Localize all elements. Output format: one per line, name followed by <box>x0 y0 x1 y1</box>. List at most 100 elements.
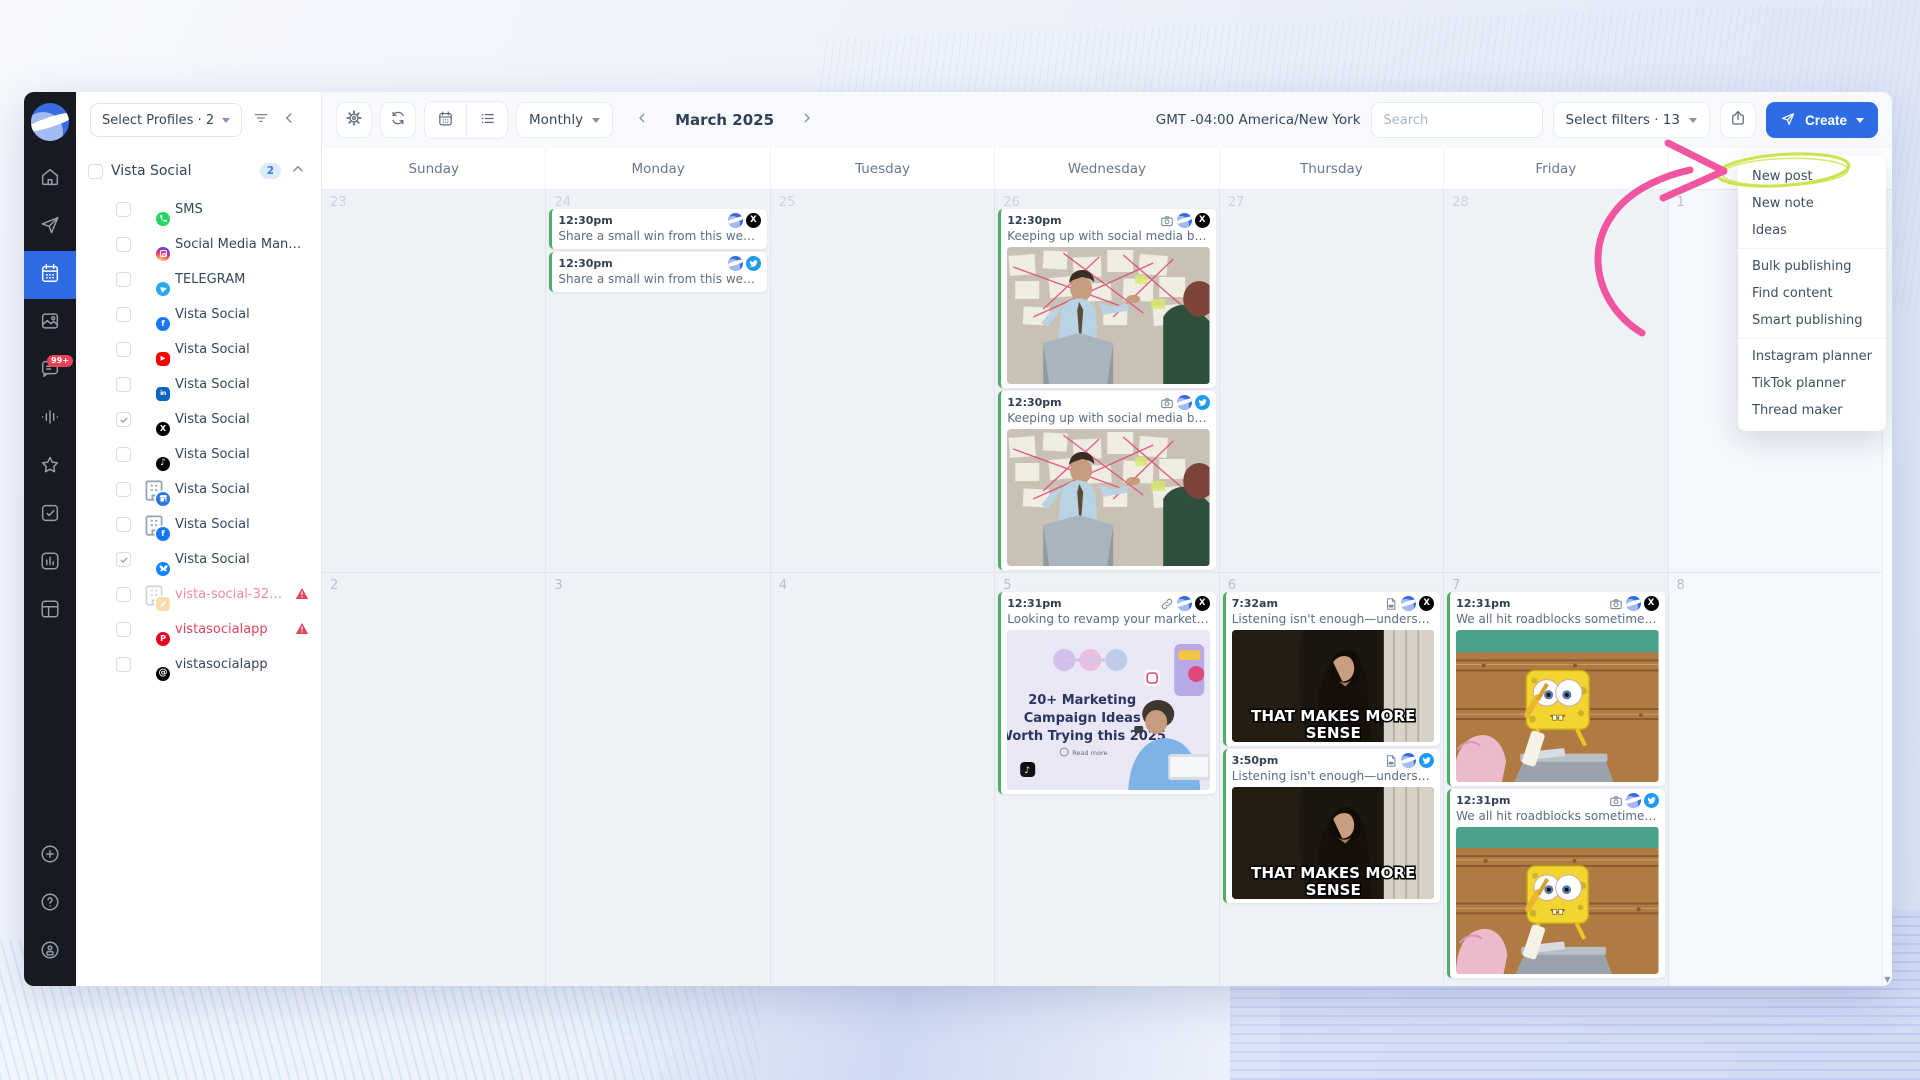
profile-row[interactable]: in Vista Social <box>76 367 321 402</box>
menu-item-find-content[interactable]: Find content <box>1738 280 1886 307</box>
day-cell-mar-4[interactable]: 4 <box>770 573 994 986</box>
menu-item-smart-publishing[interactable]: Smart publishing <box>1738 307 1886 334</box>
profile-row[interactable]: ▶ Vista Social <box>76 332 321 367</box>
sidebar-item-home[interactable] <box>24 155 76 203</box>
search-input[interactable] <box>1371 102 1543 138</box>
menu-item-bulk-publishing[interactable]: Bulk publishing <box>1738 253 1886 280</box>
profile-checkbox[interactable] <box>116 622 131 637</box>
menu-item-ideas[interactable]: Ideas <box>1738 217 1886 244</box>
profile-row[interactable]: Vista Social <box>76 472 321 507</box>
profile-checkbox[interactable] <box>116 447 131 462</box>
select-profiles-dropdown[interactable]: Select Profiles · 2 <box>90 103 242 137</box>
day-cell-mar-2[interactable]: 2 <box>322 573 545 986</box>
calendar-view-button[interactable] <box>425 102 466 138</box>
day-cell-feb-25[interactable]: 25 <box>770 190 994 572</box>
post-card[interactable]: 12:30pm Keeping up with social media be … <box>998 391 1215 570</box>
profile-row[interactable]: @ vistasocialapp <box>76 647 321 682</box>
select-filters-dropdown[interactable]: Select filters · 13 <box>1553 102 1710 138</box>
profile-checkbox[interactable] <box>116 482 131 497</box>
day-cell-feb-24[interactable]: 24 12:30pm X Share a small win from this… <box>545 190 769 572</box>
group-collapse-button[interactable] <box>289 160 307 182</box>
profiles-panel-header: Select Profiles · 2 <box>76 92 321 148</box>
profile-checkbox[interactable] <box>116 552 131 567</box>
export-button[interactable] <box>1720 102 1756 138</box>
menu-item-new-post[interactable]: New post <box>1738 163 1886 190</box>
profile-checkbox[interactable] <box>116 412 131 427</box>
post-card[interactable]: 12:31pm X We all hit roadblocks sometime… <box>1447 592 1664 786</box>
settings-button[interactable] <box>336 102 372 138</box>
sidebar-item-media[interactable] <box>24 299 76 347</box>
post-card[interactable]: 12:30pm X Share a small win from this we… <box>549 209 766 249</box>
google-business-icon <box>156 492 170 506</box>
vista-social-logo[interactable] <box>31 103 69 141</box>
profile-row[interactable]: f Vista Social <box>76 507 321 542</box>
day-cell-mar-8[interactable]: 8 <box>1668 573 1892 986</box>
day-cell-feb-23[interactable]: 23 <box>322 190 545 572</box>
post-text: Listening isn't enough—understan… <box>1232 611 1434 628</box>
view-mode-dropdown[interactable]: Monthly <box>516 102 613 138</box>
profile-row[interactable]: SMS <box>76 192 321 227</box>
add-button[interactable] <box>39 832 61 880</box>
chevron-left-icon <box>634 110 650 130</box>
sidebar-item-reviews[interactable] <box>24 443 76 491</box>
post-card[interactable]: 12:30pm X Keeping up with social media b… <box>998 209 1215 388</box>
day-header-row: Sunday Monday Tuesday Wednesday Thursday… <box>322 148 1892 190</box>
post-card[interactable]: 3:50pm Listening isn't enough—understan… <box>1223 749 1440 903</box>
sidebar-item-listening[interactable] <box>24 395 76 443</box>
list-view-button[interactable] <box>466 102 507 138</box>
create-button[interactable]: Create <box>1766 102 1878 138</box>
sidebar-item-tasks[interactable] <box>24 491 76 539</box>
profile-row[interactable]: ♪ Vista Social <box>76 437 321 472</box>
profile-checkbox[interactable] <box>116 237 131 252</box>
profile-checkbox[interactable] <box>116 517 131 532</box>
day-cell-feb-28[interactable]: 28 <box>1443 190 1667 572</box>
profile-checkbox[interactable] <box>116 342 131 357</box>
profiles-filter-button[interactable] <box>252 109 270 131</box>
profile-row[interactable]: TELEGRAM <box>76 262 321 297</box>
chevron-down-icon <box>1856 118 1864 123</box>
profile-checkbox[interactable] <box>116 377 131 392</box>
scroll-down-arrow[interactable]: ▼ <box>1883 975 1892 984</box>
post-card[interactable]: 12:31pm X Looking to revamp your marketi… <box>998 592 1215 794</box>
profile-checkbox[interactable] <box>116 202 131 217</box>
collapse-panel-button[interactable] <box>280 109 298 131</box>
menu-item-new-note[interactable]: New note <box>1738 190 1886 217</box>
day-cell-mar-6[interactable]: 6 7:32am X Listening isn't enough—unders… <box>1219 573 1443 986</box>
profile-checkbox[interactable] <box>116 307 131 322</box>
profile-label: Vista Social <box>175 517 309 532</box>
post-card[interactable]: 7:32am X Listening isn't enough—understa… <box>1223 592 1440 746</box>
chevron-left-icon <box>280 109 298 131</box>
sidebar-item-calendar[interactable] <box>24 251 76 299</box>
profile-checkbox[interactable] <box>116 587 131 602</box>
sidebar-item-reports[interactable] <box>24 539 76 587</box>
profile-list: SMS Social Media Managem… TELEGRAM f Vis… <box>76 190 321 684</box>
post-card[interactable]: 12:31pm We all hit roadblocks sometimes.… <box>1447 789 1664 978</box>
day-cell-feb-26[interactable]: 26 12:30pm X Keeping up with social medi… <box>994 190 1218 572</box>
menu-item-tiktok-planner[interactable]: TikTok planner <box>1738 370 1886 397</box>
sidebar-item-publish[interactable] <box>24 203 76 251</box>
account-button[interactable] <box>39 928 61 976</box>
profile-row[interactable]: Social Media Managem… <box>76 227 321 262</box>
day-cell-mar-5[interactable]: 5 12:31pm X Looking to revamp your marke… <box>994 573 1218 986</box>
day-cell-feb-27[interactable]: 27 <box>1219 190 1443 572</box>
profile-row[interactable]: vista-social-320412 <box>76 577 321 612</box>
profile-checkbox[interactable] <box>116 272 131 287</box>
sidebar-item-inbox[interactable]: 99+ <box>24 347 76 395</box>
sidebar-item-dashboard[interactable] <box>24 587 76 635</box>
profile-row[interactable]: f Vista Social <box>76 297 321 332</box>
group-checkbox[interactable] <box>88 164 103 179</box>
profile-row[interactable]: X Vista Social <box>76 402 321 437</box>
day-cell-mar-7[interactable]: 7 12:31pm X We all hit roadblocks someti… <box>1443 573 1667 986</box>
profile-row[interactable]: P vistasocialapp <box>76 612 321 647</box>
menu-item-instagram-planner[interactable]: Instagram planner <box>1738 343 1886 370</box>
date-number: 24 <box>554 195 571 210</box>
day-cell-mar-3[interactable]: 3 <box>545 573 769 986</box>
help-button[interactable] <box>39 880 61 928</box>
profile-row[interactable]: Vista Social <box>76 542 321 577</box>
refresh-button[interactable] <box>380 102 416 138</box>
post-card[interactable]: 12:30pm Share a small win from this week… <box>549 252 766 292</box>
menu-item-thread-maker[interactable]: Thread maker <box>1738 397 1886 424</box>
profile-checkbox[interactable] <box>116 657 131 672</box>
next-month-button[interactable] <box>792 105 822 135</box>
prev-month-button[interactable] <box>627 105 657 135</box>
